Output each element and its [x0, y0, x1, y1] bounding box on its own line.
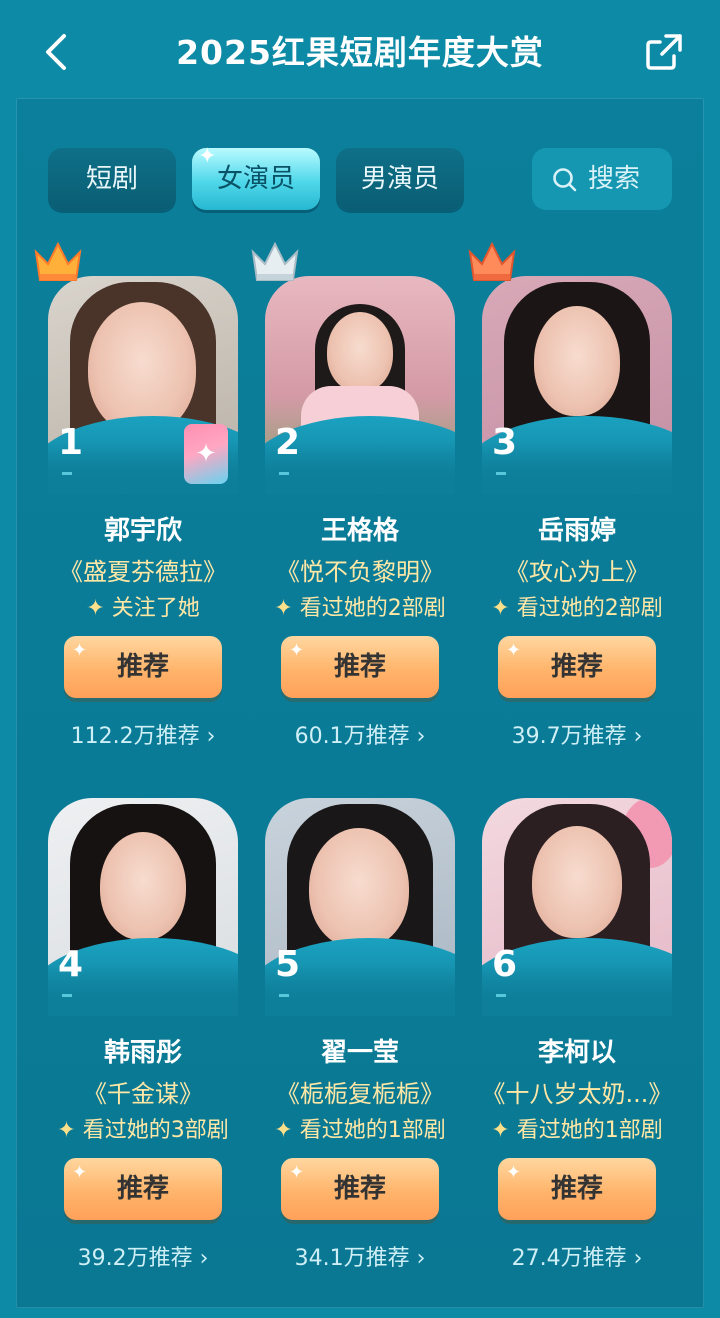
actress-card-6[interactable]: 6 李柯以 《十八岁太奶...》 ✦ 看过她的1部剧 ✦ 推荐 27.4万推荐 ›	[482, 798, 682, 1318]
rank-number: 5	[275, 944, 301, 985]
actress-name: 岳雨婷	[537, 516, 616, 546]
drama-title[interactable]: 《悦不负黎明》	[253, 552, 467, 587]
actress-name: 王格格	[320, 516, 399, 546]
rank-number: 3	[492, 422, 518, 463]
actress-photo[interactable]: 1 ✦	[48, 276, 238, 494]
actress-photo[interactable]: 2	[265, 276, 455, 494]
actress-name: 韩雨彤	[103, 1038, 182, 1068]
star-icon: ✦	[86, 596, 105, 621]
sparkle-icon: ✦	[289, 640, 305, 661]
silver-crown-icon	[251, 241, 299, 281]
watch-note: ✦ 看过她的2部剧	[243, 590, 477, 622]
sparkle-icon: ✦	[72, 640, 88, 661]
sparkle-icon: ✦	[506, 1162, 522, 1183]
rank-number: 1	[58, 422, 84, 463]
recommend-label: 推荐	[333, 652, 386, 682]
rank-number: 4	[58, 944, 84, 985]
tab-actresses-label: 女演员	[216, 164, 295, 194]
rank-number: 6	[492, 944, 518, 985]
watch-note: ✦ 看过她的1部剧	[460, 1112, 694, 1144]
watch-note: ✦ 看过她的2部剧	[460, 590, 694, 622]
drama-title[interactable]: 《盛夏芬德拉》	[36, 552, 250, 587]
page-title: 2025红果短剧年度大赏	[176, 33, 544, 72]
tab-dramas[interactable]: 短剧	[48, 148, 176, 210]
tab-actresses[interactable]: ✦ 女演员	[192, 144, 320, 210]
recommend-button[interactable]: ✦ 推荐	[64, 1158, 222, 1220]
recommend-button[interactable]: ✦ 推荐	[281, 1158, 439, 1220]
star-icon: ✦	[274, 596, 293, 621]
star-icon: ✦	[491, 1118, 510, 1143]
rank-number: 2	[275, 422, 301, 463]
drama-title[interactable]: 《攻心为上》	[470, 552, 684, 587]
recommend-button[interactable]: ✦ 推荐	[64, 636, 222, 698]
actress-card-4[interactable]: 4 韩雨彤 《千金谋》 ✦ 看过她的3部剧 ✦ 推荐 39.2万推荐 ›	[48, 798, 248, 1318]
actress-card-5[interactable]: 5 翟一莹 《栀栀复栀栀》 ✦ 看过她的1部剧 ✦ 推荐 34.1万推荐 ›	[265, 798, 465, 1318]
recommend-count[interactable]: 34.1万推荐 ›	[265, 1240, 455, 1272]
top-bar: 2025红果短剧年度大赏	[0, 0, 720, 100]
actress-photo[interactable]: 3	[482, 276, 672, 494]
recommend-button[interactable]: ✦ 推荐	[498, 1158, 656, 1220]
recommend-count[interactable]: 39.2万推荐 ›	[48, 1240, 238, 1272]
gold-crown-icon	[34, 241, 82, 281]
watch-note-text: 关注了她	[111, 596, 200, 621]
actress-card-1[interactable]: 1 ✦ 郭宇欣 《盛夏芬德拉》 ✦ 关注了她 ✦ 推荐 112.2万推荐 ›	[34, 241, 248, 796]
star-icon: ✦	[57, 1118, 76, 1143]
star-icon: ✦	[274, 1118, 293, 1143]
actress-card-3[interactable]: 3 岳雨婷 《攻心为上》 ✦ 看过她的2部剧 ✦ 推荐 39.7万推荐 ›	[468, 241, 682, 796]
sparkle-icon: ✦	[289, 1162, 305, 1183]
actress-photo[interactable]: 6	[482, 798, 672, 1016]
actress-name: 翟一莹	[320, 1038, 399, 1068]
drama-title[interactable]: 《栀栀复栀栀》	[253, 1074, 467, 1109]
recommend-count[interactable]: 112.2万推荐 ›	[48, 718, 238, 750]
watch-note-text: 看过她的3部剧	[82, 1118, 229, 1143]
sparkle-badge-icon: ✦	[184, 424, 228, 484]
watch-note-text: 看过她的2部剧	[516, 596, 663, 621]
recommend-label: 推荐	[116, 652, 169, 682]
actress-name: 李柯以	[537, 1038, 616, 1068]
recommend-label: 推荐	[333, 1174, 386, 1204]
sparkle-icon: ✦	[72, 1162, 88, 1183]
drama-title[interactable]: 《十八岁太奶...》	[470, 1074, 684, 1109]
search-icon	[553, 168, 577, 192]
actress-name: 郭宇欣	[103, 516, 182, 546]
search-label: 搜索	[588, 164, 641, 194]
share-button[interactable]	[644, 32, 684, 72]
watch-note: ✦ 关注了她	[26, 590, 260, 622]
recommend-label: 推荐	[550, 1174, 603, 1204]
recommend-button[interactable]: ✦ 推荐	[281, 636, 439, 698]
watch-note: ✦ 看过她的3部剧	[26, 1112, 260, 1144]
watch-note-text: 看过她的1部剧	[299, 1118, 446, 1143]
watch-note-text: 看过她的1部剧	[516, 1118, 663, 1143]
recommend-count[interactable]: 60.1万推荐 ›	[265, 718, 455, 750]
drama-title[interactable]: 《千金谋》	[36, 1074, 250, 1109]
search-button[interactable]: 搜索	[532, 148, 672, 210]
recommend-label: 推荐	[116, 1174, 169, 1204]
recommend-button[interactable]: ✦ 推荐	[498, 636, 656, 698]
tab-actors[interactable]: 男演员	[336, 148, 464, 210]
sparkle-icon: ✦	[198, 144, 217, 169]
watch-note: ✦ 看过她的1部剧	[243, 1112, 477, 1144]
watch-note-text: 看过她的2部剧	[299, 596, 446, 621]
recommend-count[interactable]: 39.7万推荐 ›	[482, 718, 672, 750]
star-icon: ✦	[491, 596, 510, 621]
actress-photo[interactable]: 4	[48, 798, 238, 1016]
recommend-label: 推荐	[550, 652, 603, 682]
recommend-count[interactable]: 27.4万推荐 ›	[482, 1240, 672, 1272]
actress-photo[interactable]: 5	[265, 798, 455, 1016]
actress-card-2[interactable]: 2 王格格 《悦不负黎明》 ✦ 看过她的2部剧 ✦ 推荐 60.1万推荐 ›	[251, 241, 465, 796]
bronze-crown-icon	[468, 241, 516, 281]
share-icon	[646, 34, 682, 70]
sparkle-icon: ✦	[506, 640, 522, 661]
